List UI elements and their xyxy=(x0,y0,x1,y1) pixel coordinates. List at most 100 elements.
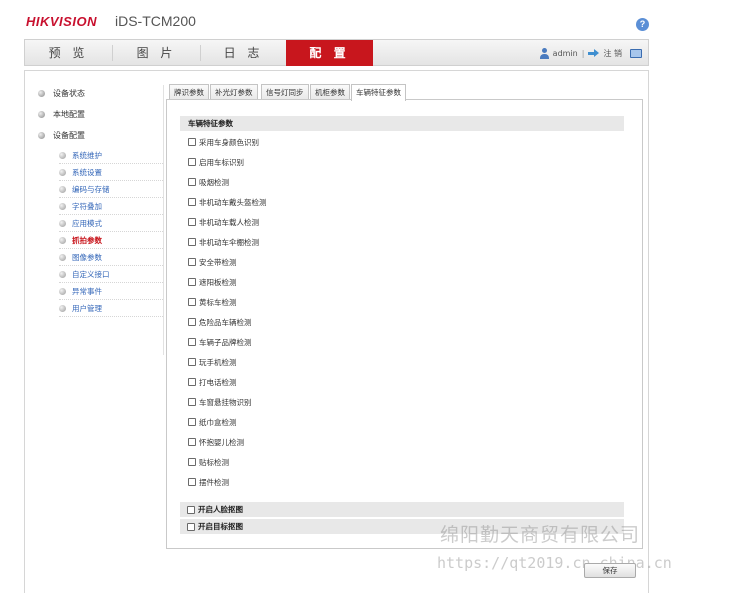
checkbox[interactable] xyxy=(188,198,196,206)
sidebar-sub-custom-interface[interactable]: 自定义接口 xyxy=(59,266,163,283)
option-tissue-box[interactable]: 纸巾盒检测 xyxy=(188,416,237,428)
sidebar-item-local-config[interactable]: 本地配置 xyxy=(38,109,85,120)
save-button[interactable]: 保存 xyxy=(584,563,636,578)
bullet-icon xyxy=(59,168,66,176)
checkbox[interactable] xyxy=(188,418,196,426)
option-label: 非机动车伞棚检测 xyxy=(199,237,259,247)
option-nonmotor-helmet[interactable]: 非机动车戴头盔检测 xyxy=(188,196,267,208)
user-icon xyxy=(539,47,549,59)
checkbox[interactable] xyxy=(188,298,196,306)
option-sub-brand[interactable]: 车辆子品牌检测 xyxy=(188,336,252,348)
checkbox[interactable] xyxy=(188,158,196,166)
help-icon[interactable]: ? xyxy=(636,18,649,31)
tab-cabinet-params[interactable]: 机柜参数 xyxy=(310,84,350,100)
option-sticker[interactable]: 贴标检测 xyxy=(188,456,229,468)
tab-plate-params[interactable]: 牌识参数 xyxy=(169,84,209,100)
checkbox[interactable] xyxy=(188,378,196,386)
sidebar-sub-app-mode[interactable]: 应用模式 xyxy=(59,215,163,232)
face-crop-section[interactable]: 开启人脸抠图 xyxy=(180,502,624,517)
main-nav: 预 览 图 片 日 志 配 置 admin | 注 销 xyxy=(24,39,649,66)
option-smoking[interactable]: 吸烟检测 xyxy=(188,176,229,188)
logout-link[interactable]: 注 销 xyxy=(603,48,622,59)
nav-tab-log[interactable]: 日 志 xyxy=(201,40,286,66)
checkbox[interactable] xyxy=(188,178,196,186)
sidebar-sub-label: 应用模式 xyxy=(72,218,102,228)
checkbox[interactable] xyxy=(188,458,196,466)
option-label: 启用车标识别 xyxy=(199,157,244,167)
bullet-icon xyxy=(59,151,66,159)
sidebar-sub-label: 异常事件 xyxy=(72,286,102,296)
bullet-icon xyxy=(59,219,66,227)
option-seatbelt[interactable]: 安全带检测 xyxy=(188,256,237,268)
checkbox[interactable] xyxy=(188,318,196,326)
sidebar-item-device-status[interactable]: 设备状态 xyxy=(38,88,85,99)
sidebar-sub-image-params[interactable]: 图像参数 xyxy=(59,249,163,266)
bullet-icon xyxy=(38,90,45,97)
target-crop-checkbox[interactable] xyxy=(187,522,195,531)
bullet-icon xyxy=(59,253,66,261)
tab-signal-sync[interactable]: 信号灯同步 xyxy=(261,84,309,100)
sidebar-sub-text-overlay[interactable]: 字符叠加 xyxy=(59,198,163,215)
option-window-pendant[interactable]: 车窗悬挂物识别 xyxy=(188,396,252,408)
option-label: 遮阳板检测 xyxy=(199,277,237,287)
option-body-color[interactable]: 采用车身颜色识别 xyxy=(188,136,259,148)
option-phone-use[interactable]: 玩手机检测 xyxy=(188,356,237,368)
option-hazmat[interactable]: 危险品车辆检测 xyxy=(188,316,252,328)
checkbox[interactable] xyxy=(188,278,196,286)
face-crop-checkbox[interactable] xyxy=(187,505,195,514)
bullet-icon xyxy=(59,185,66,193)
nav-tab-config[interactable]: 配 置 xyxy=(286,40,373,66)
checkbox[interactable] xyxy=(188,338,196,346)
nav-tab-picture[interactable]: 图 片 xyxy=(113,40,200,66)
logout-icon[interactable] xyxy=(588,49,600,57)
sidebar-sub-user-management[interactable]: 用户管理 xyxy=(59,300,163,317)
fullscreen-icon[interactable] xyxy=(630,48,642,58)
option-sunvisor[interactable]: 遮阳板检测 xyxy=(188,276,237,288)
sidebar-sub-system-settings[interactable]: 系统设置 xyxy=(59,164,163,181)
section-title: 车辆特征参数 xyxy=(180,116,624,131)
tab-fill-light-params[interactable]: 补光灯参数 xyxy=(210,84,258,100)
sidebar-sub-label: 字符叠加 xyxy=(72,201,102,211)
bullet-icon xyxy=(59,270,66,278)
option-phone-call[interactable]: 打电话检测 xyxy=(188,376,237,388)
option-label: 吸烟检测 xyxy=(199,177,229,187)
option-ornament[interactable]: 摆件检测 xyxy=(188,476,229,488)
option-label: 打电话检测 xyxy=(199,377,237,387)
watermark-company: 绵阳勤天商贸有限公司 xyxy=(440,524,641,546)
checkbox[interactable] xyxy=(188,398,196,406)
option-label: 采用车身颜色识别 xyxy=(199,137,259,147)
sidebar-sub-encoding-storage[interactable]: 编码与存储 xyxy=(59,181,163,198)
option-label: 非机动车载人检测 xyxy=(199,217,259,227)
option-yellow-label[interactable]: 黄标车检测 xyxy=(188,296,237,308)
brand-logo: HIKVISION xyxy=(26,14,97,29)
checkbox[interactable] xyxy=(188,478,196,486)
sidebar-sub-label: 系统维护 xyxy=(72,150,102,160)
sidebar-item-label: 设备状态 xyxy=(53,89,85,98)
option-label: 车辆子品牌检测 xyxy=(199,337,252,347)
checkbox[interactable] xyxy=(188,438,196,446)
sidebar-item-device-config[interactable]: 设备配置 xyxy=(38,130,85,141)
checkbox[interactable] xyxy=(188,238,196,246)
tab-vehicle-features[interactable]: 车辆特征参数 xyxy=(351,84,406,101)
option-label: 车窗悬挂物识别 xyxy=(199,397,252,407)
bullet-icon xyxy=(59,287,66,295)
sidebar-sub-exceptions[interactable]: 异常事件 xyxy=(59,283,163,300)
option-nonmotor-umbrella[interactable]: 非机动车伞棚检测 xyxy=(188,236,259,248)
sidebar-sub-label: 抓拍参数 xyxy=(72,235,102,245)
option-label: 摆件检测 xyxy=(199,477,229,487)
option-label: 危险品车辆检测 xyxy=(199,317,252,327)
checkbox[interactable] xyxy=(188,358,196,366)
option-vehicle-logo[interactable]: 启用车标识别 xyxy=(188,156,244,168)
option-holding-baby[interactable]: 怀抱婴儿检测 xyxy=(188,436,244,448)
sidebar-sub-system-maintenance[interactable]: 系统维护 xyxy=(59,147,163,164)
checkbox[interactable] xyxy=(188,258,196,266)
option-label: 怀抱婴儿检测 xyxy=(199,437,244,447)
sidebar-sub-capture-params[interactable]: 抓拍参数 xyxy=(59,232,163,249)
checkbox[interactable] xyxy=(188,218,196,226)
bullet-icon xyxy=(59,202,66,210)
checkbox[interactable] xyxy=(188,138,196,146)
sidebar-sub-label: 用户管理 xyxy=(72,303,102,313)
nav-tab-preview[interactable]: 预 览 xyxy=(25,40,112,66)
option-nonmotor-passenger[interactable]: 非机动车载人检测 xyxy=(188,216,259,228)
target-crop-label: 开启目标抠图 xyxy=(198,522,243,531)
